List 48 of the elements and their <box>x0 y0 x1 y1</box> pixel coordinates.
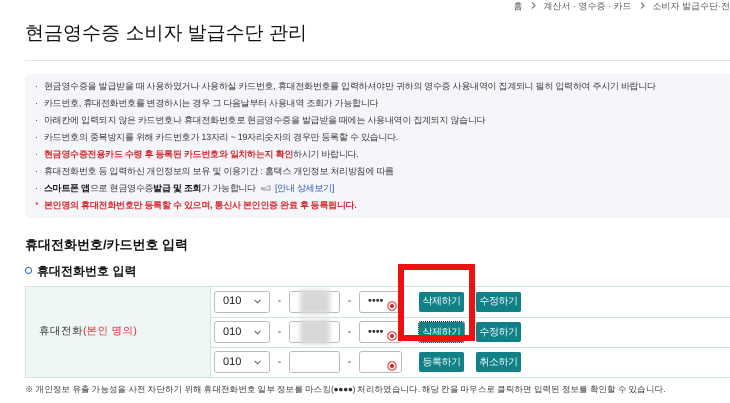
notice-line: · 현금영수증을 발급받을 때 사용하였거나 사용하실 카드번호, 휴대전화번호를 입력하셔야만 귀하의 영수증 사용내역이 집계되니 필히 입력하여 주시기 바랍니다 <box>35 80 657 92</box>
area-code-select[interactable]: 010 <box>214 290 270 312</box>
chevron-icon <box>640 2 644 9</box>
phone-middle-field[interactable] <box>289 290 340 312</box>
phone-middle-field[interactable] <box>289 321 340 343</box>
guide-details-link[interactable]: [안내 상세보기] <box>274 182 334 195</box>
action-button[interactable]: 수정하기 <box>476 322 521 342</box>
dash-separator: - <box>276 324 282 340</box>
hand-pointer-icon <box>260 184 271 192</box>
breadcrumb-link[interactable]: 홈 <box>514 0 522 14</box>
action-button[interactable]: 수정하기 <box>476 292 521 312</box>
dash-separator: - <box>346 324 352 340</box>
breadcrumb-link[interactable]: 소비자 발급수단·전 <box>652 0 730 14</box>
page-title: 현금영수증 소비자 발급수단 관리 <box>25 22 308 46</box>
breadcrumb-link[interactable]: 계산서 · 영수증 · 카드 <box>544 0 632 14</box>
notice-line: · 스마트폰 앱으로 현금영수증발급 및 조회가 가능합니다 [안내 상세보기] <box>35 182 730 195</box>
notice-line: · 휴대전화번호 등 입력하신 개인정보의 보유 및 이용기간 : 홈택스 개인정보 처리방침에 따름 <box>35 164 395 178</box>
subsection-title: 휴대전화번호 입력 <box>37 262 136 280</box>
notice-line: · 아래칸에 입력되지 않은 카드번호나 휴대전화번호로 현금영수증을 발급받을 때에는 사용내역이 집계되지 않습니다 <box>35 114 486 126</box>
ring-bullet-icon <box>25 267 32 274</box>
notice-line: · 현금영수증전용카드 수령 후 등록된 카드번호와 일치하는지 확인하시기 바랍니다. <box>35 148 360 160</box>
eye-icon[interactable] <box>387 361 397 371</box>
phone-last-field[interactable]: •••• <box>359 321 402 343</box>
label-cell: 휴대전화(본인 명의) <box>26 286 211 376</box>
chevron-down-icon <box>254 299 261 304</box>
chevron-down-icon <box>254 330 261 334</box>
chevron-down-icon <box>254 360 261 364</box>
dash-separator: - <box>346 354 352 370</box>
action-button[interactable]: 등록하기 <box>419 352 464 372</box>
action-button[interactable]: 취소하기 <box>476 352 521 372</box>
eye-icon[interactable] <box>387 300 397 310</box>
blurred-digits <box>300 320 330 344</box>
masking-footnote: ※ 개인정보 유출 가능성을 사전 차단하기 위해 휴대전화번호 일부 정보를 마스킹(●●●●) 처리하였습니다. 해당 칸을 마우스로 클릭하면 입력된 정보를 확인할 수 있습니다. <box>25 382 666 396</box>
area-code-select[interactable]: 010 <box>214 351 270 373</box>
action-button[interactable]: 삭제하기 <box>419 292 464 312</box>
dash-separator: - <box>276 354 282 370</box>
area-code-select[interactable]: 010 <box>214 321 270 343</box>
dash-separator: - <box>346 294 352 310</box>
notice-line: * 본인명의 휴대전화번호만 등록할 수 있으며, 통신사 본인인증 완료 후 등록됩니다. <box>35 198 358 212</box>
chevron-icon <box>530 2 536 9</box>
phone-middle-field[interactable] <box>289 351 340 373</box>
section-title: 휴대전화번호/카드번호 입력 <box>25 236 190 254</box>
dash-separator: - <box>276 294 282 310</box>
notice-line: · 카드번호, 휴대전화번호를 변경하시는 경우 그 다음날부터 사용내역 조회가 가능합니다 <box>35 96 380 110</box>
phone-last-field[interactable] <box>359 351 402 373</box>
blurred-digits <box>300 290 330 314</box>
eye-icon[interactable] <box>387 331 397 341</box>
notice-line: · 카드번호의 중복방지를 위해 카드번호가 13자리 ~ 19자리숫자의 경우만 등록할 수 있습니다. <box>35 130 400 144</box>
